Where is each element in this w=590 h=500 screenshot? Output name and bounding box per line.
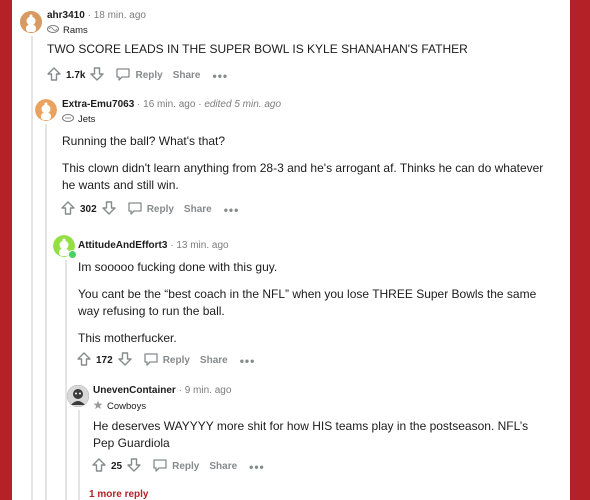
avatar[interactable]: [67, 385, 89, 407]
downvote-icon[interactable]: [126, 457, 142, 476]
edited-label: edited 5 min. ago: [204, 99, 282, 110]
username[interactable]: ahr3410: [47, 10, 85, 21]
downvote-icon[interactable]: [101, 200, 117, 219]
share-label: Share: [199, 355, 228, 366]
upvote-icon[interactable]: [76, 351, 92, 370]
comment-body: He deserves WAYYYY more shit for how HIS…: [93, 418, 543, 462]
share-button[interactable]: Share: [209, 461, 237, 472]
reply-button[interactable]: Reply: [115, 67, 163, 85]
comment-paragraph: Running the ball? What's that?: [62, 134, 226, 148]
comment-actions: 302 Reply Share •••: [60, 200, 239, 219]
flair-label: Cowboys: [107, 401, 147, 412]
upvote-icon[interactable]: [91, 457, 107, 476]
thread-line-level-1[interactable]: [31, 36, 33, 500]
comment-bubble-icon: [143, 352, 159, 370]
comment-actions: 172 Reply Share •••: [76, 351, 255, 370]
username[interactable]: UnevenContainer: [93, 385, 176, 396]
comment-body: TWO SCORE LEADS IN THE SUPER BOWL IS KYL…: [47, 41, 547, 68]
downvote-icon[interactable]: [117, 351, 133, 370]
comment-meta: UnevenContainer · 9 min. ago: [93, 385, 232, 396]
comment-bubble-icon: [115, 67, 131, 85]
upvote-icon[interactable]: [60, 200, 76, 219]
more-replies-link[interactable]: 1 more reply: [89, 489, 148, 500]
user-flair: Rams: [47, 25, 88, 36]
comment-meta: ahr3410 · 18 min. ago: [47, 10, 146, 21]
thread-line-level-2[interactable]: [45, 124, 47, 500]
more-options-icon[interactable]: •••: [249, 460, 265, 474]
page-border-right: [570, 0, 590, 500]
thread-line-level-3[interactable]: [65, 260, 67, 500]
vote-controls: 302: [60, 200, 117, 219]
username[interactable]: AttitudeAndEffort3: [78, 240, 167, 251]
vote-controls: 172: [76, 351, 133, 370]
vote-controls: 1.7k: [46, 66, 105, 85]
flair-label: Rams: [63, 25, 88, 36]
user-flair: Jets: [62, 114, 95, 125]
comment-paragraph: He deserves WAYYYY more shit for how HIS…: [93, 419, 529, 450]
vote-score: 1.7k: [66, 70, 86, 81]
flair-label: Jets: [78, 114, 96, 125]
share-label: Share: [183, 204, 212, 215]
upvote-icon[interactable]: [46, 66, 62, 85]
avatar[interactable]: [35, 99, 57, 121]
timestamp[interactable]: 9 min. ago: [185, 385, 232, 396]
share-label: Share: [209, 461, 238, 472]
user-flair: Cowboys: [93, 400, 146, 413]
more-options-icon[interactable]: •••: [224, 203, 240, 217]
downvote-icon[interactable]: [89, 66, 105, 85]
comment-paragraph: This motherfucker.: [78, 331, 177, 345]
more-options-icon[interactable]: •••: [213, 69, 229, 83]
comment-actions: 25 Reply Share •••: [91, 457, 265, 476]
comment-meta: Extra-Emu7063 · 16 min. ago · edited 5 m…: [62, 99, 282, 110]
comment-bubble-icon: [127, 201, 143, 219]
thread-line-level-4[interactable]: [78, 410, 80, 500]
reply-label: Reply: [172, 461, 200, 472]
timestamp[interactable]: 16 min. ago: [143, 99, 195, 110]
reply-label: Reply: [135, 70, 163, 81]
share-button[interactable]: Share: [200, 355, 228, 366]
timestamp[interactable]: 18 min. ago: [94, 10, 146, 21]
comment-paragraph: This clown didn't learn anything from 28…: [62, 161, 544, 192]
reply-label: Reply: [162, 355, 190, 366]
reply-button[interactable]: Reply: [143, 352, 190, 370]
comment-body: Im sooooo fucking done with this guy. Yo…: [78, 259, 553, 357]
timestamp[interactable]: 13 min. ago: [176, 240, 228, 251]
star-icon: [93, 400, 103, 413]
share-button[interactable]: Share: [173, 70, 201, 81]
reply-button[interactable]: Reply: [127, 201, 174, 219]
vote-score: 172: [96, 355, 113, 366]
vote-score: 302: [80, 204, 97, 215]
page-border-left: [0, 0, 12, 500]
comment-bubble-icon: [152, 458, 168, 476]
comment-paragraph: Im sooooo fucking done with this guy.: [78, 260, 278, 274]
reply-button[interactable]: Reply: [152, 458, 199, 476]
reply-label: Reply: [146, 204, 174, 215]
more-options-icon[interactable]: •••: [240, 354, 256, 368]
comment-paragraph: You cant be the “best coach in the NFL” …: [78, 287, 537, 318]
comment-meta: AttitudeAndEffort3 · 13 min. ago: [78, 240, 229, 251]
comment-thread: ahr3410 · 18 min. ago Rams TWO SCORE LEA…: [12, 0, 570, 500]
share-label: Share: [172, 70, 201, 81]
username[interactable]: Extra-Emu7063: [62, 99, 134, 110]
vote-controls: 25: [91, 457, 142, 476]
online-status-dot: [68, 250, 77, 259]
comment-actions: 1.7k Reply Share •••: [46, 66, 228, 85]
comment-body: Running the ball? What's that? This clow…: [62, 133, 552, 204]
comment-paragraph: TWO SCORE LEADS IN THE SUPER BOWL IS KYL…: [47, 42, 468, 56]
jets-icon: [62, 114, 74, 125]
share-button[interactable]: Share: [184, 204, 212, 215]
vote-score: 25: [111, 461, 123, 472]
rams-icon: [47, 25, 59, 36]
avatar[interactable]: [20, 11, 42, 33]
